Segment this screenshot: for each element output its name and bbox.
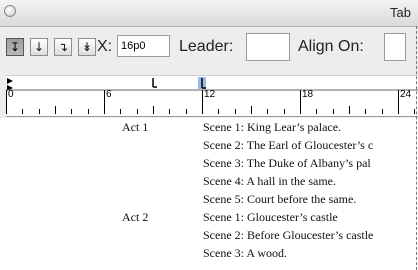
ruler-number: 12 — [204, 89, 216, 100]
selected-tab-stop-marker[interactable] — [198, 77, 206, 89]
first-line-indent-marker[interactable] — [7, 78, 13, 84]
act-label: Act 2 — [122, 210, 149, 224]
text-row: Scene 3: The Duke of Albany’s pal — [0, 156, 418, 174]
text-row: Scene 4: A hall in the same. — [0, 174, 418, 192]
x-label: X: — [97, 38, 113, 55]
right-tab-icon: ↴ — [57, 40, 69, 54]
center-tab-icon: ↓ — [33, 40, 45, 54]
scene-text: Scene 1: Gloucester’s castle — [203, 210, 338, 224]
scene-text: Scene 3: The Duke of Albany’s pal — [203, 156, 371, 170]
window-title: Tab — [390, 5, 411, 20]
tabs-toolbar: ↧ ↓ ↴ ↡ X: Leader: Align On: — [0, 27, 418, 75]
scene-text: Scene 2: Before Gloucester’s castle — [203, 228, 374, 242]
center-justified-tab-button[interactable]: ↓ — [30, 38, 48, 56]
text-row: Scene 3: A wood. — [0, 246, 418, 264]
scene-text: Scene 4: A hall in the same. — [203, 174, 336, 188]
document-text[interactable]: Act 1 Scene 1: King Lear’s palace. Scene… — [0, 120, 418, 270]
leader-field[interactable] — [246, 33, 290, 61]
ruler-number: 18 — [302, 89, 314, 100]
act-label: Act 1 — [122, 120, 149, 134]
text-row: Act 2 Scene 1: Gloucester’s castle — [0, 210, 418, 228]
scene-text: Scene 5: Court before the same. — [203, 192, 357, 206]
scene-text: Scene 3: A wood. — [203, 246, 287, 260]
ruler-number: 0 — [8, 89, 14, 100]
left-justified-tab-button[interactable]: ↧ — [6, 38, 24, 56]
ruler-number: 6 — [106, 89, 112, 100]
text-row: Scene 5: Court before the same. — [0, 192, 418, 210]
align-on-field[interactable] — [384, 33, 406, 61]
text-row: Scene 2: Before Gloucester’s castle — [0, 228, 418, 246]
align-on-label: Align On: — [298, 38, 364, 55]
align-to-decimal-tab-button[interactable]: ↡ — [78, 38, 96, 56]
tabs-panel: Tab ↧ ↓ ↴ ↡ X: Leader: Align On: — [0, 0, 418, 118]
tab-stop-marker[interactable] — [152, 78, 157, 88]
left-tab-icon: ↧ — [9, 40, 21, 54]
tab-ruler[interactable]: 0 6 12 18 24 — [6, 75, 418, 117]
x-position-field[interactable] — [117, 35, 170, 57]
right-justified-tab-button[interactable]: ↴ — [54, 38, 72, 56]
text-row: Scene 2: The Earl of Gloucester’s c — [0, 138, 418, 156]
leader-label: Leader: — [179, 38, 234, 55]
title-bar[interactable]: Tab — [0, 0, 418, 27]
ruler-number: 24 — [400, 89, 412, 100]
scene-text: Scene 1: King Lear’s palace. — [203, 120, 342, 134]
decimal-tab-icon: ↡ — [81, 40, 93, 54]
close-icon[interactable] — [4, 5, 16, 17]
text-row: Act 1 Scene 1: King Lear’s palace. — [0, 120, 418, 138]
scene-text: Scene 2: The Earl of Gloucester’s c — [203, 138, 374, 152]
